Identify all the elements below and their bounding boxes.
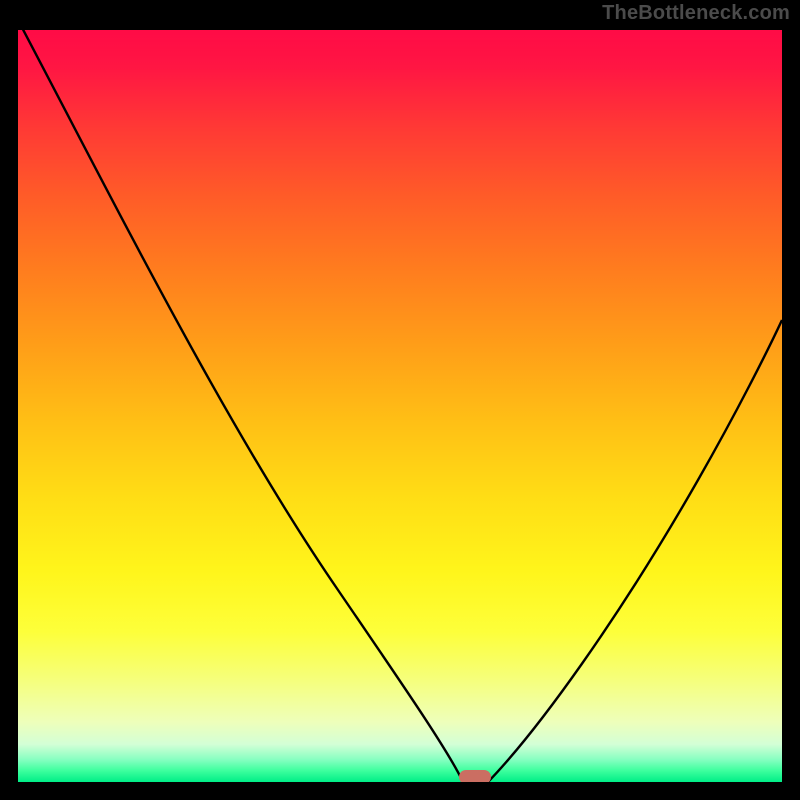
curve-layer (18, 30, 782, 782)
minimum-marker (459, 770, 491, 782)
right-branch-curve (488, 320, 782, 782)
attribution-text: TheBottleneck.com (602, 2, 790, 25)
left-branch-curve (18, 30, 463, 782)
chart-frame: TheBottleneck.com (0, 0, 800, 800)
plot-area (18, 30, 782, 782)
